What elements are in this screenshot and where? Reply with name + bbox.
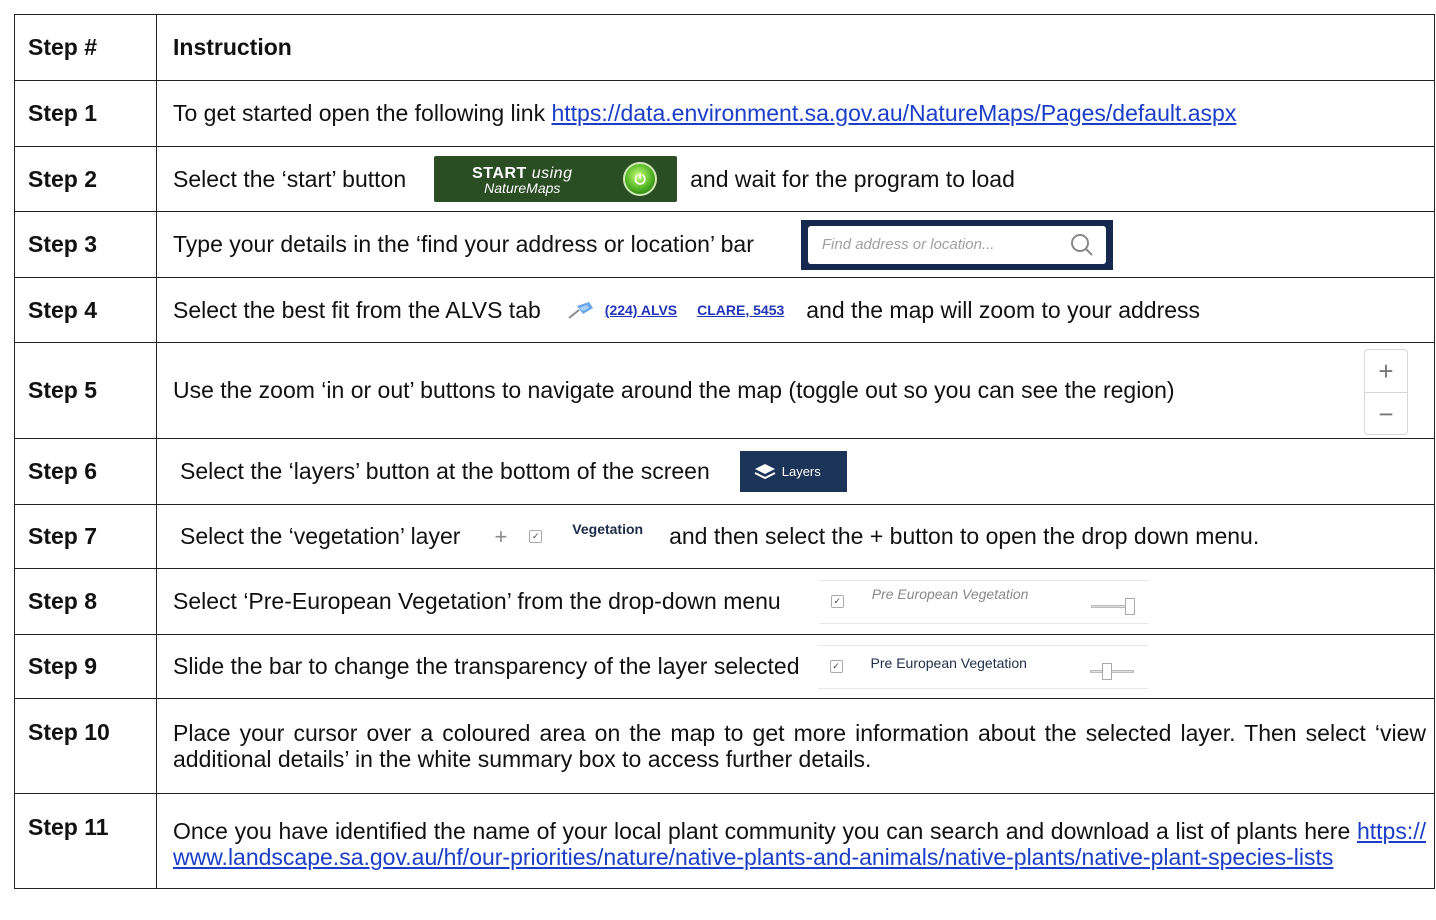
instruction-text: Slide the bar to change the transparency… <box>173 653 800 679</box>
instruction-cell: Select the ‘layers’ button at the bottom… <box>156 438 1435 505</box>
table-row: Step 11 Once you have identified the nam… <box>14 793 1435 889</box>
instruction-text-after: and then select the + button to open the… <box>669 523 1260 549</box>
instruction-cell: Use the zoom ‘in or out’ buttons to navi… <box>156 342 1435 439</box>
instruction-cell: Select the best fit from the ALVS tab (2… <box>156 277 1435 343</box>
table-row: Step 8 Select ‘Pre-European Vegetation’ … <box>14 568 1435 635</box>
layers-button-image: Layers <box>739 451 847 492</box>
power-icon: ⏻ <box>623 162 658 196</box>
table-row: Step 4 Select the best fit from the ALVS… <box>14 277 1435 343</box>
table-row: Step 2 Select the ‘start’ button START u… <box>14 146 1435 212</box>
step-number: Step 9 <box>14 634 157 699</box>
start-button-image: START using NatureMaps ⏻ <box>434 156 678 202</box>
opacity-slider <box>1089 662 1134 680</box>
step-number: Step 5 <box>14 342 157 439</box>
slider-knob <box>1124 597 1135 615</box>
instruction-text: Place your cursor over a coloured area o… <box>173 720 1426 772</box>
instruction-text-after: and wait for the program to load <box>690 165 1015 192</box>
instruction-text: Select the best fit from the ALVS tab <box>173 296 541 323</box>
expand-plus-icon: + <box>494 523 508 549</box>
instruction-text: Type your details in the ‘find your addr… <box>173 231 754 257</box>
layer-label: Pre European Vegetation <box>870 654 1027 671</box>
step-number: Step 4 <box>14 277 157 343</box>
instruction-text: Once you have identified the name of you… <box>173 818 1351 844</box>
instruction-cell: Type your details in the ‘find your addr… <box>156 211 1435 278</box>
instruction-text: Select the ‘layers’ button at the bottom… <box>180 458 710 484</box>
step-number: Step 7 <box>14 504 157 569</box>
checkbox-icon: ✓ <box>830 595 844 608</box>
layer-row-image: ✓ Pre European Vegetation <box>817 644 1148 689</box>
checkbox-icon: ✓ <box>529 530 543 543</box>
table-row: Step 9 Slide the bar to change the trans… <box>14 634 1435 699</box>
slider-knob <box>1101 662 1112 680</box>
step-number: Step 8 <box>14 568 157 635</box>
checkbox-icon: ✓ <box>829 660 843 673</box>
search-icon <box>1070 233 1093 256</box>
zoom-out-icon: − <box>1365 392 1407 435</box>
table-header-row: Step # Instruction <box>14 14 1435 81</box>
start-button-label: START <box>472 164 527 182</box>
table-row: Step 10 Place your cursor over a coloure… <box>14 698 1435 794</box>
table-row: Step 5 Use the zoom ‘in or out’ buttons … <box>14 342 1435 439</box>
instruction-text: To get started open the following link <box>173 100 546 126</box>
instruction-text: Use the zoom ‘in or out’ buttons to navi… <box>173 377 1175 403</box>
suburb-link[interactable]: CLARE, 5453 <box>697 302 784 318</box>
layer-row-image: ✓ Pre European Vegetation <box>818 579 1149 624</box>
search-placeholder: Find address or location... <box>821 236 995 253</box>
step-number: Step 10 <box>14 698 157 794</box>
zoom-control-image: + − <box>1364 349 1408 435</box>
step-number: Step 11 <box>14 793 157 889</box>
layers-icon <box>754 463 776 479</box>
search-bar-image: Find address or location... <box>800 219 1113 270</box>
step-number: Step 6 <box>14 438 157 505</box>
instruction-cell: Once you have identified the name of you… <box>156 793 1435 889</box>
alvs-link[interactable]: (224) ALVS <box>605 302 677 318</box>
layer-label: Pre European Vegetation <box>871 585 1029 602</box>
instruction-cell: Slide the bar to change the transparency… <box>156 634 1435 699</box>
start-button-sublabel: NatureMaps <box>484 179 561 196</box>
instruction-cell: Place your cursor over a coloured area o… <box>156 698 1435 794</box>
zoom-in-icon: + <box>1378 355 1394 386</box>
step-number: Step 1 <box>14 80 157 147</box>
opacity-slider <box>1090 597 1135 615</box>
step-number: Step 2 <box>14 146 157 212</box>
instruction-cell: To get started open the following link h… <box>156 80 1435 147</box>
table-row: Step 3 Type your details in the ‘find yo… <box>14 211 1435 278</box>
instruction-text: Select the ‘start’ button <box>173 165 407 192</box>
instruction-cell: Select the ‘vegetation’ layer + ✓ Vegeta… <box>156 504 1435 569</box>
table-row: Step 7 Select the ‘vegetation’ layer + ✓… <box>14 504 1435 569</box>
vegetation-layer-label: Vegetation <box>572 520 644 537</box>
start-button-using: using <box>531 164 573 182</box>
instruction-text-after: and the map will zoom to your address <box>806 296 1201 323</box>
instruction-column-header: Instruction <box>156 14 1435 81</box>
pin-icon <box>568 302 593 319</box>
instruction-cell: Select the ‘start’ button START using Na… <box>156 146 1435 212</box>
steps-table: Step # Instruction Step 1 To get started… <box>14 14 1435 889</box>
instruction-cell: Select ‘Pre-European Vegetation’ from th… <box>156 568 1435 635</box>
table-row: Step 1 To get started open the following… <box>14 80 1435 147</box>
step-number: Step 3 <box>14 211 157 278</box>
instruction-text: Select ‘Pre-European Vegetation’ from th… <box>173 588 781 614</box>
instruction-text: Select the ‘vegetation’ layer <box>180 523 461 549</box>
step-column-header: Step # <box>14 14 157 81</box>
layers-label: Layers <box>781 464 821 479</box>
naturemaps-link[interactable]: https://data.environment.sa.gov.au/Natur… <box>551 100 1236 126</box>
table-row: Step 6 Select the ‘layers’ button at the… <box>14 438 1435 505</box>
